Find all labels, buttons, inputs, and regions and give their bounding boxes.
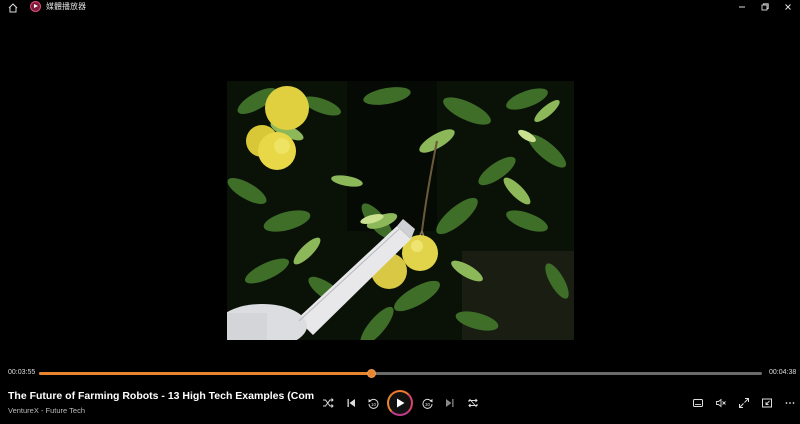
restore-icon [761,3,769,11]
shuffle-icon [323,398,334,408]
repeat-icon [468,398,478,408]
total-duration: 00:04:38 [769,369,797,376]
video-content [227,81,574,340]
mini-player-button[interactable] [758,394,776,412]
seek-bar[interactable] [39,369,762,378]
seek-bar-progress [39,372,371,375]
more-button[interactable] [781,394,799,412]
svg-text:30: 30 [424,402,430,407]
volume-button[interactable] [712,394,730,412]
next-button[interactable] [441,394,459,412]
rewind-10-icon: 10 [368,398,378,409]
app-icon [30,1,41,12]
more-icon [785,402,795,404]
forward-30-button[interactable]: 30 [418,394,436,412]
seek-thumb[interactable] [366,369,376,378]
forward-30-icon: 30 [422,398,432,409]
svg-text:10: 10 [370,402,376,407]
shuffle-button[interactable] [319,394,337,412]
minimize-icon [739,6,745,8]
mini-player-icon [762,398,772,408]
play-icon [397,398,405,408]
play-button[interactable] [387,390,413,416]
previous-button[interactable] [342,394,360,412]
video-frame[interactable] [227,81,574,340]
media-title: The Future of Farming Robots - 13 High T… [8,390,314,402]
close-button[interactable] [775,0,800,14]
media-subtitle: VentureX - Future Tech [8,406,85,415]
fullscreen-button[interactable] [735,394,753,412]
close-icon [785,4,791,10]
window-title: 媒體播放器 [46,2,86,11]
rewind-10-button[interactable]: 10 [364,394,382,412]
home-icon[interactable] [7,1,19,13]
fullscreen-icon [739,398,749,408]
previous-icon [347,399,355,407]
next-icon [446,399,454,407]
repeat-button[interactable] [464,394,482,412]
title-bar: 媒體播放器 [0,0,800,14]
volume-mute-icon [716,398,726,408]
subtitles-icon [693,399,703,407]
subtitles-button[interactable] [689,394,707,412]
elapsed-time: 00:03:55 [8,369,36,376]
